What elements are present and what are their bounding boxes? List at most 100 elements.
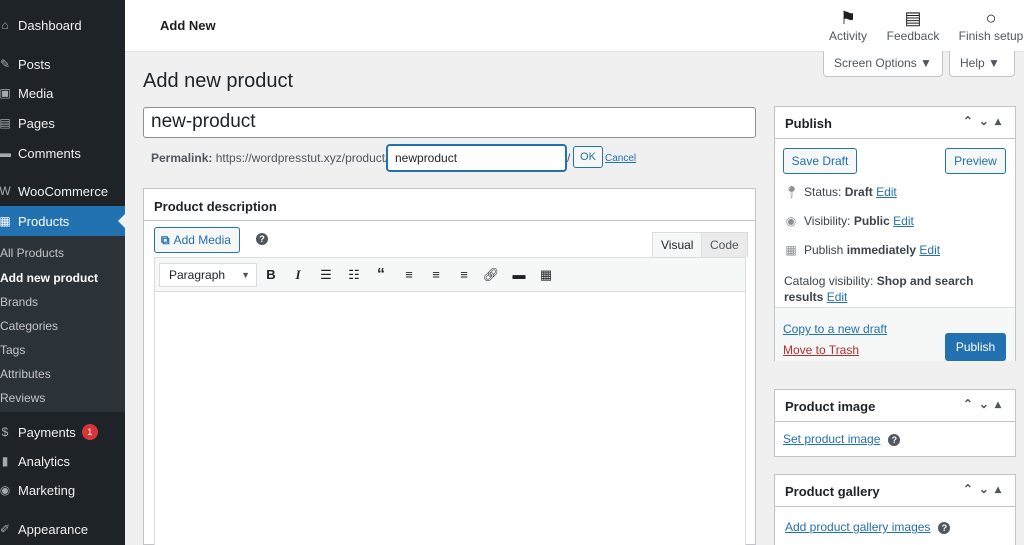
submenu-item-add-new-product[interactable]: Add new product [0, 267, 98, 289]
toolbar-toggle-icon[interactable]: ▦ [534, 264, 558, 286]
sidebar-item-products[interactable]: ▦ Products [0, 206, 125, 236]
add-gallery-images-link[interactable]: Add product gallery images [785, 520, 930, 534]
finish-setup-label: Finish setup [958, 29, 1024, 43]
sidebar-item-dashboard[interactable]: ⌂ Dashboard [0, 10, 125, 40]
sidebar-item-label: Comments [18, 145, 81, 161]
activity-label: Activity [828, 29, 867, 43]
status-row: 📍︎ Status: Draft Edit [784, 185, 897, 199]
bullet-list-icon[interactable]: ☰ [314, 264, 338, 286]
permalink-base-url: https://wordpresstut.xyz/product/ [215, 151, 389, 165]
permalink-trailing-slash: / [567, 151, 571, 165]
align-center-icon[interactable]: ≡ [424, 264, 448, 286]
submenu-item-categories[interactable]: Categories [0, 315, 58, 337]
sidebar-item-comments[interactable]: ▬ Comments [0, 138, 125, 168]
activity-button[interactable]: ⚑ Activity [825, 7, 871, 43]
visibility-label: Visibility: [804, 214, 851, 228]
align-left-icon[interactable]: ≡ [397, 264, 421, 286]
move-to-trash-link[interactable]: Move to Trash [783, 343, 859, 357]
tab-code[interactable]: Code [701, 232, 748, 257]
feedback-button[interactable]: ▤ Feedback [885, 7, 941, 43]
preview-button[interactable]: Preview [945, 148, 1006, 174]
align-right-icon[interactable]: ≡ [452, 264, 476, 286]
publish-box-header: Publish ⌃⌄▴ [775, 107, 1015, 139]
flag-icon: ⚑ [839, 8, 857, 28]
payments-icon: $ [1, 425, 9, 439]
catalog-visibility-row: Catalog visibility: Shop and search resu… [784, 273, 973, 305]
tab-visual[interactable]: Visual [652, 232, 703, 257]
sidebar-item-posts[interactable]: ✎ Posts [0, 49, 125, 79]
circle-icon: ○ [985, 8, 997, 28]
blockquote-icon[interactable]: “ [369, 264, 393, 286]
edit-status-link[interactable]: Edit [876, 185, 897, 199]
set-product-image-row: Set product image? [783, 432, 901, 446]
screen-options-button[interactable]: Screen Options ▼ [823, 51, 943, 77]
sidebar-item-pages[interactable]: ▤ Pages [0, 108, 125, 138]
product-image-box: Product image ⌃⌄▴ Set product image? [774, 389, 1016, 457]
submenu-item-attributes[interactable]: Attributes [0, 363, 51, 385]
sidebar-item-label: Payments [18, 424, 76, 440]
submenu-item-all-products[interactable]: All Products [0, 242, 64, 264]
help-icon[interactable]: ? [938, 521, 951, 534]
dashboard-icon: ⌂ [1, 18, 9, 32]
sidebar-item-appearance[interactable]: ✐ Appearance [0, 514, 125, 544]
publish-date-row: ▦ Publish immediately Edit [784, 243, 940, 257]
sidebar-item-label: Analytics [18, 453, 71, 469]
edit-publish-date-link[interactable]: Edit [919, 243, 940, 257]
product-title-input[interactable]: new-product [143, 107, 756, 138]
products-submenu: All Products Add new product Brands Cate… [0, 236, 125, 412]
link-icon[interactable]: 🔗︎ [479, 264, 503, 286]
sidebar-item-woocommerce[interactable]: W WooCommerce [0, 176, 125, 206]
numbered-list-icon[interactable]: ☷ [342, 264, 366, 286]
help-icon[interactable]: ? [888, 433, 901, 446]
sidebar-item-label: Appearance [18, 521, 89, 537]
add-media-button[interactable]: ⧉ Add Media [154, 227, 240, 253]
box-controls-icon[interactable]: ⌃⌄▴ [963, 397, 1007, 411]
box-controls-icon[interactable]: ⌃⌄▴ [963, 114, 1007, 128]
save-draft-button[interactable]: Save Draft [783, 148, 857, 174]
marketing-icon: ◉ [0, 483, 11, 497]
products-icon: ▦ [0, 214, 11, 228]
editor-content-area[interactable] [154, 292, 746, 545]
submenu-item-brands[interactable]: Brands [0, 291, 38, 313]
copy-to-draft-link[interactable]: Copy to a new draft [783, 322, 887, 336]
notification-badge: 1 [81, 424, 98, 440]
sidebar-item-label: Marketing [18, 482, 76, 498]
submenu-item-reviews[interactable]: Reviews [0, 387, 45, 409]
comments-icon: ▬ [0, 146, 11, 160]
media-icon: ⧉ [161, 233, 170, 247]
format-select[interactable]: Paragraph ▼ [159, 263, 257, 287]
product-image-header: Product image ⌃⌄▴ [775, 390, 1015, 422]
sidebar-item-payments[interactable]: $ Payments 1 [0, 417, 125, 447]
product-description-box: Product description ⧉ Add Media ? Visual … [143, 188, 756, 545]
permalink-cancel-link[interactable]: Cancel [605, 153, 636, 164]
bold-icon[interactable]: B [259, 264, 283, 286]
publish-actions: Copy to a new draft Move to Trash Publis… [775, 307, 1015, 361]
product-gallery-box: Product gallery ⌃⌄▴ Add product gallery … [774, 474, 1016, 545]
appearance-icon: ✐ [0, 522, 11, 536]
sidebar-item-media[interactable]: ▣ Media [0, 78, 125, 108]
feedback-label: Feedback [886, 29, 940, 43]
finish-setup-button[interactable]: ○ Finish setup [958, 7, 1024, 43]
publish-box: Publish ⌃⌄▴ Save Draft Preview 📍︎ Status:… [774, 106, 1016, 361]
pin-icon: ✎ [0, 57, 11, 71]
page-title: Add new product [143, 70, 294, 92]
sidebar-item-marketing[interactable]: ◉ Marketing [0, 475, 125, 505]
permalink-ok-button[interactable]: OK [573, 146, 603, 168]
edit-visibility-link[interactable]: Edit [893, 214, 914, 228]
box-controls-icon[interactable]: ⌃⌄▴ [963, 482, 1007, 496]
header-title: Add New [160, 18, 216, 33]
sidebar-item-analytics[interactable]: ▮ Analytics [0, 446, 125, 476]
sidebar-item-label: WooCommerce [18, 183, 109, 199]
read-more-icon[interactable]: ▬ [507, 264, 531, 286]
help-icon[interactable]: ? [256, 233, 268, 245]
publish-button[interactable]: Publish [945, 333, 1006, 361]
italic-icon[interactable]: I [286, 264, 310, 286]
add-gallery-images-row: Add product gallery images? [785, 520, 951, 534]
help-button[interactable]: Help ▼ [949, 51, 1015, 77]
calendar-icon: ▦ [785, 243, 797, 257]
set-product-image-link[interactable]: Set product image [783, 432, 880, 446]
pin-icon: 📍︎ [784, 185, 800, 199]
permalink-slug-input[interactable]: newproduct [387, 145, 566, 171]
submenu-item-tags[interactable]: Tags [0, 339, 25, 361]
edit-catalog-visibility-link[interactable]: Edit [827, 290, 848, 304]
